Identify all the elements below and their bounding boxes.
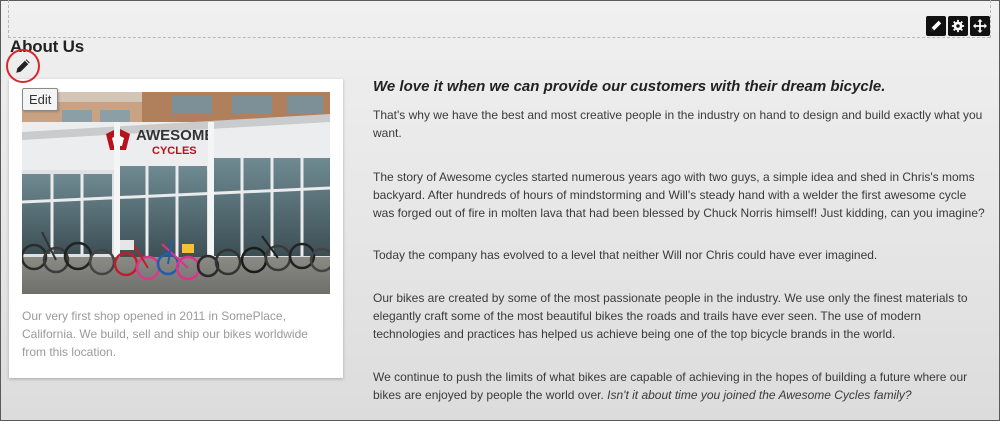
move-icon [973, 19, 987, 33]
module-toolbar [926, 16, 990, 36]
pencil-icon [16, 59, 30, 73]
content-paragraph: Our bikes are created by some of the mos… [373, 291, 968, 341]
content-paragraph: That's why we have the best and most cre… [373, 108, 983, 140]
content-heading: We love it when we can provide our custo… [373, 78, 886, 95]
paragraph-italic-text: Isn't it about time you joined the Aweso… [607, 388, 912, 402]
sign-text-line2: CYCLES [152, 145, 197, 157]
gear-icon [951, 19, 965, 33]
sign-text-line1: AWESOME [136, 127, 214, 144]
content-paragraph: The story of Awesome cycles started nume… [373, 170, 985, 220]
edit-tooltip: Edit [22, 88, 59, 111]
settings-module-button[interactable] [948, 16, 968, 36]
content-paragraph-last: We continue to push the limits of what b… [373, 368, 985, 404]
storefront-photo: AWESOME CYCLES [22, 92, 330, 294]
module-boundary-top [8, 37, 990, 38]
edit-module-button[interactable] [926, 16, 946, 36]
pencil-icon [930, 20, 942, 32]
edit-image-button[interactable] [6, 49, 40, 83]
module-boundary-left [8, 0, 9, 38]
content-paragraph: Today the company has evolved to a level… [373, 248, 878, 262]
image-caption: Our very first shop opened in 2011 in So… [22, 309, 308, 359]
storefront-image[interactable]: AWESOME CYCLES [22, 92, 330, 294]
move-module-button[interactable] [970, 16, 990, 36]
module-boundary-right [990, 0, 991, 38]
